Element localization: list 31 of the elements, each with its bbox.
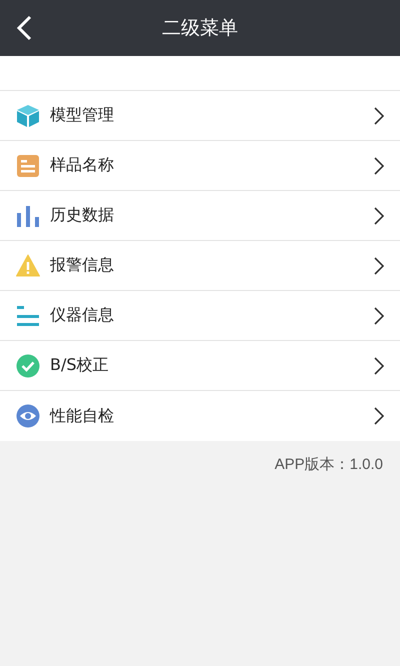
list-icon bbox=[16, 154, 40, 178]
lines-icon bbox=[16, 304, 40, 328]
chevron-icon bbox=[374, 206, 384, 224]
version-text: APP版本：1.0.0 bbox=[274, 455, 383, 474]
menu-label: 样品名称 bbox=[50, 155, 115, 176]
bar-chart-icon bbox=[16, 204, 40, 228]
menu-label: 模型管理 bbox=[50, 105, 115, 126]
menu-label: 报警信息 bbox=[50, 255, 115, 276]
back-icon[interactable] bbox=[16, 15, 32, 41]
menu-item[interactable]: B/S校正 bbox=[0, 341, 400, 391]
check-icon bbox=[16, 354, 40, 378]
menu-item[interactable]: 模型管理 bbox=[0, 91, 400, 141]
chevron-icon bbox=[374, 407, 384, 425]
menu-label: 历史数据 bbox=[50, 205, 115, 226]
menu-item[interactable]: 样品名称 bbox=[0, 141, 400, 191]
menu-item[interactable]: 仪器信息 bbox=[0, 291, 400, 341]
warning-icon bbox=[16, 254, 40, 278]
cube-icon bbox=[16, 104, 40, 128]
chevron-icon bbox=[374, 256, 384, 274]
chevron-icon bbox=[374, 156, 384, 174]
menu-item[interactable]: 报警信息 bbox=[0, 241, 400, 291]
chevron-icon bbox=[374, 356, 384, 374]
chevron-icon bbox=[374, 306, 384, 324]
menu-label: 仪器信息 bbox=[50, 305, 115, 326]
menu-item[interactable]: 历史数据 bbox=[0, 191, 400, 241]
menu-label: 性能自检 bbox=[50, 406, 115, 426]
eye-icon bbox=[16, 404, 40, 428]
menu-item[interactable]: 性能自检 bbox=[0, 391, 400, 441]
menu-label: B/S校正 bbox=[50, 355, 110, 376]
chevron-icon bbox=[374, 106, 384, 124]
page-title: 二级菜单 bbox=[162, 16, 238, 41]
